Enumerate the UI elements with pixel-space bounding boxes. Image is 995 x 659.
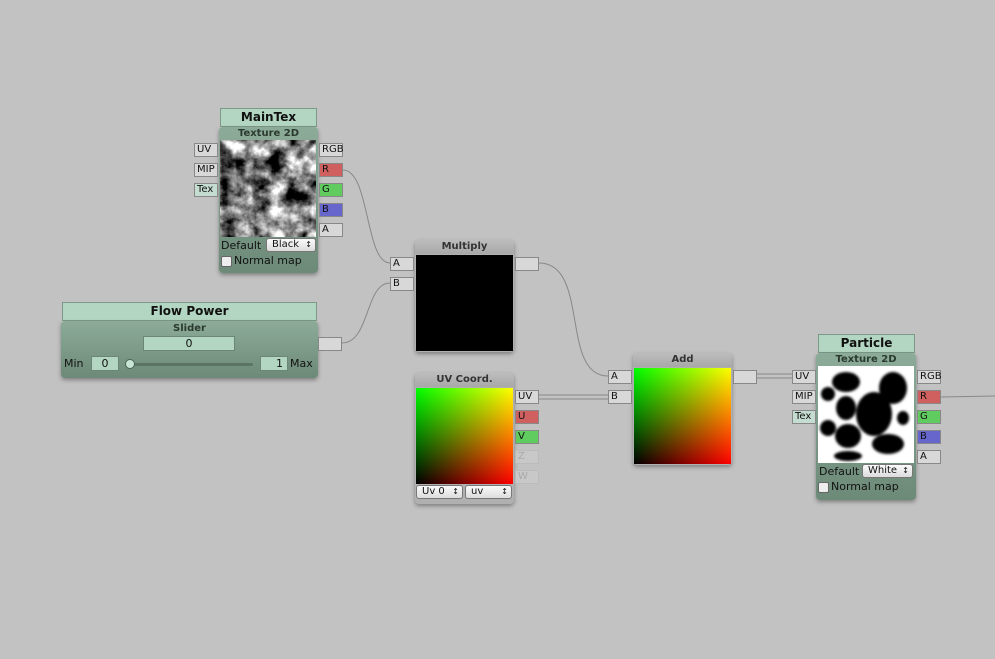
node-body: Add xyxy=(633,353,732,465)
wire-add-to-particle-uv xyxy=(757,373,792,379)
max-field[interactable]: 1 xyxy=(260,356,288,371)
output-g[interactable]: G xyxy=(917,410,941,424)
output-v[interactable]: V xyxy=(515,430,539,444)
input-uv[interactable]: UV xyxy=(194,143,218,157)
output[interactable] xyxy=(733,370,757,384)
texture-preview xyxy=(818,366,914,463)
output[interactable] xyxy=(515,257,539,271)
node-type: Texture 2D xyxy=(237,128,300,139)
uv-mode-dropdown[interactable]: uv xyxy=(465,485,512,499)
wire-particle-r-out xyxy=(940,395,995,398)
min-field[interactable]: 0 xyxy=(91,356,119,371)
node-body: Texture 2D Default White Normal map xyxy=(816,353,916,500)
output-r[interactable]: R xyxy=(319,163,343,177)
output-rgb[interactable]: RGB xyxy=(917,370,942,384)
output-u[interactable]: U xyxy=(515,410,539,424)
normal-map-checkbox[interactable] xyxy=(818,481,829,493)
output-rgb[interactable]: RGB xyxy=(319,143,344,157)
node-title[interactable]: Multiply xyxy=(415,240,514,254)
node-type: Slider xyxy=(173,323,206,334)
output-z: Z xyxy=(515,450,539,464)
input-b[interactable]: B xyxy=(390,277,414,291)
node-title[interactable]: Particle xyxy=(818,334,915,353)
wire-flowpower-to-multiply-b xyxy=(341,282,391,344)
node-type: Texture 2D xyxy=(835,354,897,365)
min-label: Min xyxy=(64,357,84,370)
default-label: Default xyxy=(819,464,860,478)
node-title[interactable]: MainTex xyxy=(220,108,317,127)
input-tex[interactable]: Tex xyxy=(792,410,816,424)
normal-map-label: Normal map xyxy=(234,254,302,267)
output-uv[interactable]: UV xyxy=(515,390,539,404)
output-g[interactable]: G xyxy=(319,183,343,197)
node-title[interactable]: Add xyxy=(633,353,732,367)
node-body: Multiply xyxy=(415,240,514,352)
wire-multiply-to-add-a xyxy=(538,262,609,377)
default-label: Default xyxy=(221,238,262,252)
input-a[interactable]: A xyxy=(390,257,414,271)
wire-uv-to-add-b xyxy=(539,394,608,400)
output-r[interactable]: R xyxy=(917,390,941,404)
input-a[interactable]: A xyxy=(608,370,632,384)
node-body: Slider 0 Min 0 1 Max xyxy=(61,321,318,378)
preview xyxy=(416,255,513,351)
normal-map-label: Normal map xyxy=(831,480,899,493)
output-a[interactable]: A xyxy=(917,450,941,464)
node-body: UV Coord. Uv 0 uv xyxy=(415,373,514,504)
output-b[interactable]: B xyxy=(917,430,941,444)
default-dropdown[interactable]: Black xyxy=(266,238,316,252)
output-a[interactable]: A xyxy=(319,223,343,237)
default-dropdown[interactable]: White xyxy=(862,464,913,478)
output-w: W xyxy=(515,470,539,484)
input-uv[interactable]: UV xyxy=(792,370,816,384)
texture-preview xyxy=(220,140,316,237)
input-b[interactable]: B xyxy=(608,390,632,404)
preview xyxy=(634,368,731,464)
node-title[interactable]: Flow Power xyxy=(62,302,317,321)
slider-thumb[interactable] xyxy=(125,359,135,369)
output-b[interactable]: B xyxy=(319,203,343,217)
wire-maintex-r-to-multiply-a xyxy=(342,169,391,264)
normal-map-checkbox[interactable] xyxy=(221,255,232,267)
input-mip[interactable]: MIP xyxy=(792,390,816,404)
node-title[interactable]: UV Coord. xyxy=(415,373,514,387)
input-mip[interactable]: MIP xyxy=(194,163,218,177)
max-label: Max xyxy=(290,357,313,370)
output-value[interactable] xyxy=(318,337,342,351)
preview xyxy=(416,388,513,484)
slider-track[interactable] xyxy=(131,363,253,366)
value-field[interactable]: 0 xyxy=(143,336,235,351)
input-tex[interactable]: Tex xyxy=(194,183,218,197)
uv-channel-dropdown[interactable]: Uv 0 xyxy=(416,485,463,499)
node-body: Texture 2D Default Black Normal map xyxy=(219,127,318,273)
